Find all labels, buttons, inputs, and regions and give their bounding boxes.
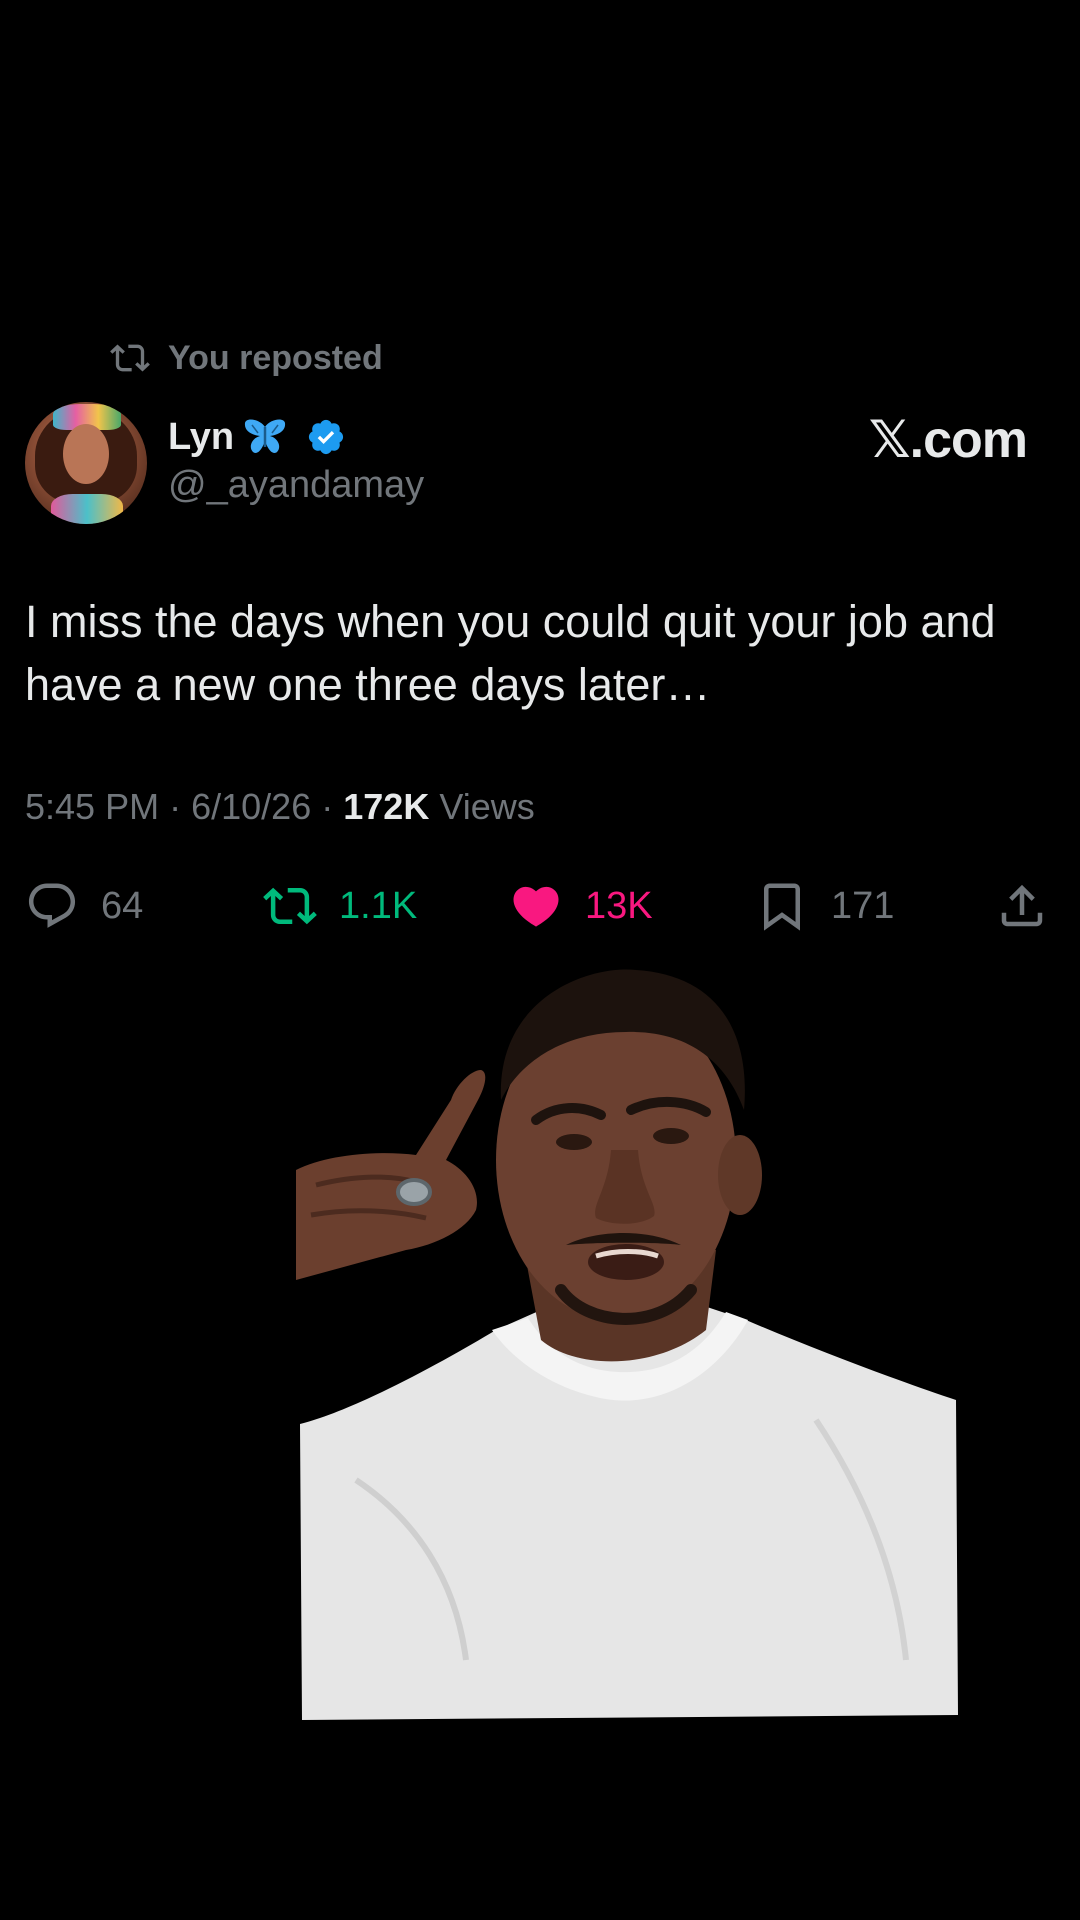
bookmark-count: 171 [831,884,895,927]
verified-badge-icon [296,417,346,457]
author-handle[interactable]: @_ayandamay [168,464,424,507]
like-count: 13K [585,884,653,927]
repost-icon [110,344,150,372]
retweet-icon [263,887,317,925]
repost-label: You reposted [168,338,383,377]
meta-separator: · [321,786,334,827]
share-button[interactable] [995,876,1049,936]
tweet-date[interactable]: 6/10/26 [191,786,311,827]
tweet-meta: 5:45 PM · 6/10/26 · 172K Views [25,786,535,828]
views-count: 172K [343,786,430,827]
share-icon [1001,884,1043,927]
heart-icon [513,886,559,927]
retweet-count: 1.1K [339,884,418,927]
tweet-time[interactable]: 5:45 PM [25,786,159,827]
author-name[interactable]: Lyn [168,416,234,459]
reply-icon [28,883,76,928]
action-bar: 64 1.1K 13K 171 [25,876,1055,936]
brand-logo: 𝕏.com [868,411,1028,469]
bookmark-icon [764,883,800,931]
meta-separator: · [169,786,182,827]
like-button[interactable]: 13K [509,876,653,936]
video-person-image [296,960,960,1725]
repost-header: You reposted [110,336,383,380]
avatar[interactable] [25,402,147,524]
bookmark-button[interactable]: 171 [755,876,894,936]
reply-count: 64 [101,884,144,927]
retweet-button[interactable]: 1.1K [263,876,417,936]
views-label: Views [439,786,535,827]
tweet-text: I miss the days when you could quit your… [25,596,996,710]
reply-button[interactable]: 64 [25,876,143,936]
butterfly-icon [242,417,288,457]
author-name-row[interactable]: Lyn [168,412,346,462]
